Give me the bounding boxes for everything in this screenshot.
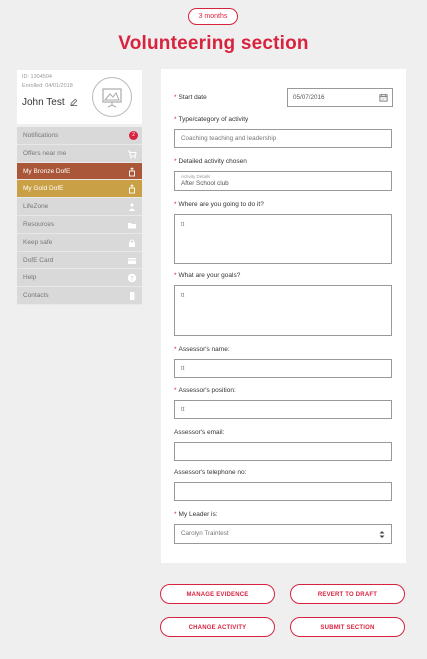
leader-label: * My Leader is: [174, 511, 218, 518]
card-icon [128, 257, 136, 264]
type-input[interactable]: Coaching teaching and leadership [174, 129, 392, 148]
notification-badge: 2 [129, 131, 138, 140]
where-label: * Where are you going to do it? [174, 201, 264, 208]
person-icon [129, 203, 135, 212]
sidebar-item-label: Help [23, 274, 37, 282]
profile-name-row: John Test [22, 97, 78, 108]
select-arrows-icon [379, 531, 385, 538]
lock-icon [129, 239, 135, 247]
profile-card: ID: 1304504 Enrolled: 04/01/2018 John Te… [17, 70, 142, 124]
page-title: Volunteering section [118, 33, 309, 54]
help-icon: ? [127, 274, 137, 283]
type-label: * Type/category of activity [174, 116, 249, 123]
sidebar-item-offers[interactable]: Offers near me [17, 144, 142, 163]
duration-pill: 3 months [188, 8, 238, 25]
sidebar-menu: Notifications 2 Offers near me My Bronze… [17, 127, 142, 305]
phone-icon [130, 292, 135, 301]
calendar-icon[interactable] [379, 93, 388, 102]
svg-text:?: ? [130, 276, 134, 283]
sidebar-item-contacts[interactable]: Contacts [17, 287, 142, 305]
sidebar-item-bronze-dofe[interactable]: My Bronze DofE [17, 162, 142, 181]
cart-icon [128, 150, 137, 159]
sidebar-item-label: Resources [23, 220, 55, 228]
sidebar-item-resources[interactable]: Resources [17, 215, 142, 234]
volunteering-form: * Start date 05/07/2016 * Type/category of… [161, 69, 406, 563]
sidebar-item-keep-safe[interactable]: Keep safe [17, 233, 142, 252]
edit-icon[interactable] [70, 98, 78, 106]
goals-textarea[interactable]: tt [174, 285, 392, 336]
assessor-phone-label: Assessor's telephone no: [174, 469, 247, 476]
sidebar-item-label: My Gold DofE [23, 185, 64, 193]
assessor-position-input[interactable]: tt [174, 400, 392, 419]
assessor-email-input[interactable] [174, 442, 392, 461]
sidebar-item-dofe-card[interactable]: DofE Card [17, 251, 142, 270]
sidebar-item-gold-dofe[interactable]: My Gold DofE [17, 180, 142, 199]
assessor-email-label: Assessor's email: [174, 429, 225, 436]
activity-float-label: Activity Details [181, 174, 211, 179]
assessor-name-label: * Assessor's name: [174, 346, 230, 353]
profile-name: John Test [22, 97, 65, 108]
submit-section-button[interactable]: SUBMIT SECTION [290, 617, 405, 637]
manage-evidence-button[interactable]: MANAGE EVIDENCE [160, 584, 275, 604]
activity-input[interactable]: Activity Details After School club [174, 171, 392, 191]
sidebar-item-label: LifeZone [23, 203, 49, 211]
avatar[interactable] [92, 77, 132, 117]
start-date-label: * Start date [174, 94, 207, 101]
sidebar-item-notifications[interactable]: Notifications 2 [17, 127, 142, 145]
assessor-position-label: * Assessor's position: [174, 387, 236, 394]
goals-label: * What are your goals? [174, 272, 241, 279]
sidebar-item-label: DofE Card [23, 256, 54, 264]
assessor-name-input[interactable]: tt [174, 359, 392, 378]
where-textarea[interactable]: tt [174, 214, 392, 264]
picture-icon [102, 88, 122, 108]
sidebar-item-help[interactable]: Help ? [17, 269, 142, 288]
sidebar: ID: 1304504 Enrolled: 04/01/2018 John Te… [17, 70, 142, 305]
award-icon [129, 167, 135, 177]
activity-value: After School club [181, 180, 229, 187]
sidebar-item-label: Notifications [23, 132, 59, 139]
start-date-input[interactable]: 05/07/2016 [287, 88, 393, 107]
folder-icon [128, 222, 136, 229]
profile-enrolled: Enrolled: 04/01/2018 [22, 83, 73, 89]
sidebar-item-lifezone[interactable]: LifeZone [17, 198, 142, 216]
sidebar-item-label: Contacts [23, 292, 49, 300]
sidebar-item-label: My Bronze DofE [23, 167, 71, 175]
profile-id: ID: 1304504 [22, 74, 52, 80]
award-icon [129, 184, 135, 194]
leader-select[interactable]: Carolyn Traintest [174, 524, 392, 544]
revert-to-draft-button[interactable]: REVERT TO DRAFT [290, 584, 405, 604]
change-activity-button[interactable]: CHANGE ACTIVITY [160, 617, 275, 637]
assessor-phone-input[interactable] [174, 482, 392, 501]
sidebar-item-label: Keep safe [23, 238, 53, 246]
activity-label: * Detailed activity chosen [174, 158, 247, 165]
sidebar-item-label: Offers near me [23, 149, 67, 157]
